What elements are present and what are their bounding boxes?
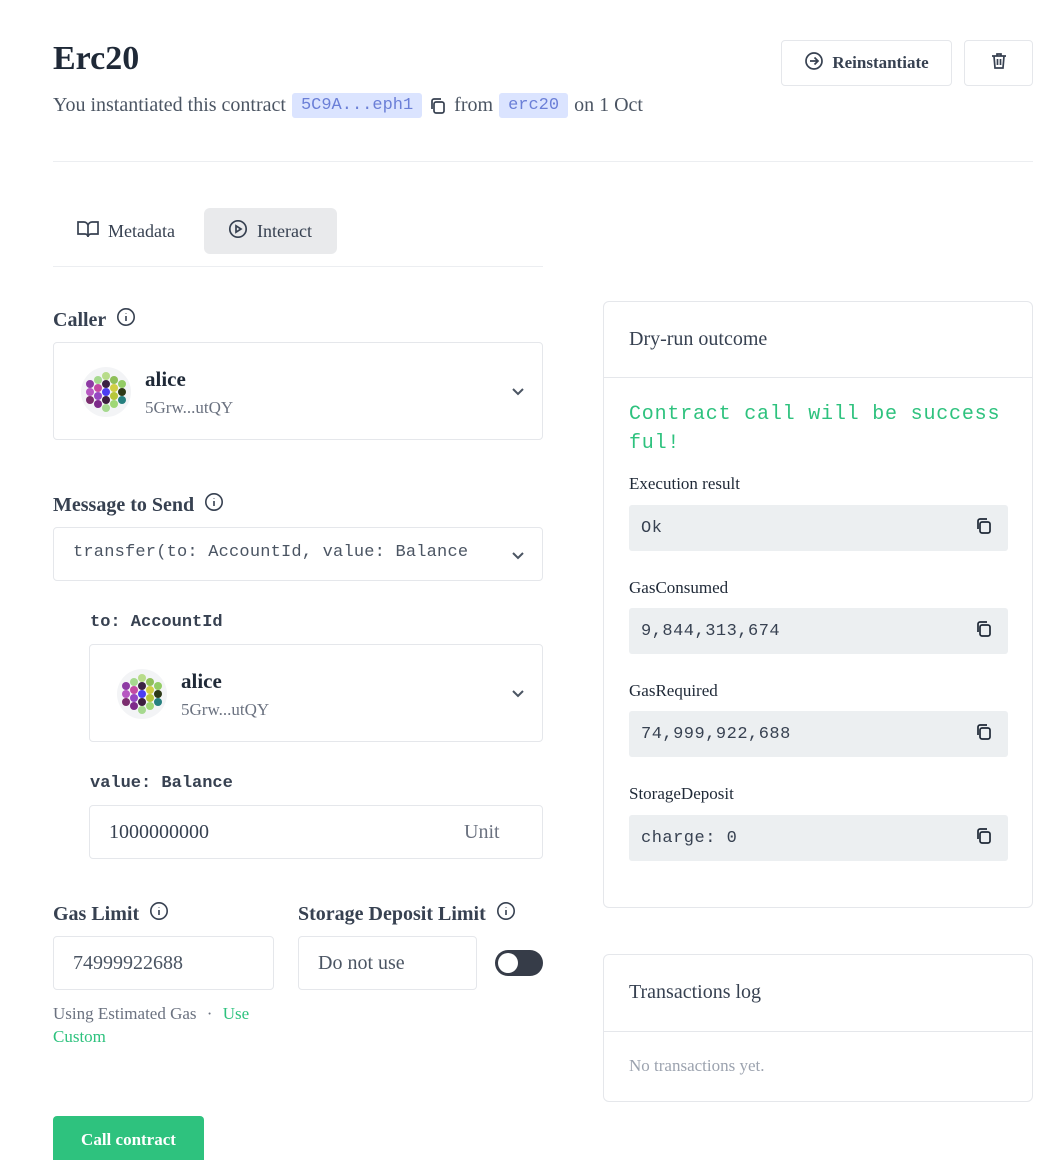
copy-icon[interactable] <box>974 722 994 747</box>
result-label: GasConsumed <box>629 578 729 597</box>
result-box: Ok <box>629 505 1008 551</box>
copy-icon[interactable] <box>428 96 448 116</box>
caller-label-text: Caller <box>53 308 107 331</box>
code-hash-chip[interactable]: erc20 <box>499 93 569 118</box>
arg-value-label: value: Balance <box>90 774 233 793</box>
tab-metadata[interactable]: Metadata <box>53 208 199 254</box>
storage-deposit-label-text: Storage Deposit Limit <box>298 902 486 925</box>
message-selected: transfer(to: AccountId, value: Balance <box>73 543 469 562</box>
header-divider <box>53 161 1033 162</box>
avatar <box>81 367 131 417</box>
transactions-log-panel <box>603 954 1033 1102</box>
chevron-down-icon <box>510 547 526 568</box>
info-icon[interactable] <box>149 901 169 927</box>
copy-icon[interactable] <box>974 826 994 851</box>
storage-deposit-label: Storage Deposit Limit <box>298 901 516 927</box>
dry-run-divider <box>604 377 1032 378</box>
reinstantiate-button[interactable]: Reinstantiate <box>781 40 952 86</box>
result-value: 9,844,313,674 <box>641 621 781 641</box>
result-box: charge: 0 <box>629 815 1008 861</box>
info-icon[interactable] <box>116 307 136 333</box>
transactions-log-title: Transactions log <box>629 981 762 1003</box>
result-value: charge: 0 <box>641 828 738 848</box>
caller-select[interactable]: alice 5Grw...utQY <box>53 342 543 440</box>
arrow-right-circle-icon <box>804 51 824 76</box>
tab-interact[interactable]: Interact <box>204 208 337 254</box>
tabs-divider <box>53 266 543 267</box>
subtitle-date: on 1 Oct <box>574 94 643 116</box>
gas-note-text: Using Estimated Gas <box>53 1004 197 1023</box>
transactions-empty-text: No transactions yet. <box>629 1056 765 1075</box>
arg-to-select[interactable]: alice 5Grw...utQY <box>89 644 543 742</box>
contract-subtitle: You instantiated this contract 5C9A...ep… <box>53 93 643 118</box>
tab-interact-label: Interact <box>257 220 312 241</box>
info-icon[interactable] <box>204 492 224 518</box>
avatar <box>117 669 167 719</box>
message-label-text: Message to Send <box>53 493 195 516</box>
result-label: GasRequired <box>629 681 718 700</box>
play-circle-icon <box>228 219 248 244</box>
call-contract-button[interactable]: Call contract <box>53 1116 204 1160</box>
arg-to-name: alice <box>181 669 222 693</box>
message-label: Message to Send <box>53 492 224 518</box>
page-title: Erc20 <box>53 40 140 77</box>
contract-address-chip[interactable]: 5C9A...eph1 <box>291 93 423 118</box>
arg-to-label: to: AccountId <box>90 613 223 632</box>
chevron-down-icon <box>510 685 526 706</box>
gas-limit-label: Gas Limit <box>53 901 169 927</box>
reinstantiate-label: Reinstantiate <box>832 53 929 72</box>
unit-label: Unit <box>464 821 500 843</box>
dry-run-title: Dry-run outcome <box>629 328 768 350</box>
gas-limit-value: 74999922688 <box>73 952 183 974</box>
info-icon[interactable] <box>496 901 516 927</box>
toggle-knob <box>498 953 518 973</box>
result-box: 74,999,922,688 <box>629 711 1008 757</box>
gas-limit-label-text: Gas Limit <box>53 902 140 925</box>
trash-icon <box>989 51 1009 76</box>
caller-label: Caller <box>53 307 136 333</box>
storage-deposit-value: Do not use <box>318 952 405 974</box>
result-value: Ok <box>641 518 663 538</box>
caller-name: alice <box>145 367 186 391</box>
caller-address: 5Grw...utQY <box>145 398 234 417</box>
subtitle-from: from <box>454 94 494 116</box>
result-value: 74,999,922,688 <box>641 724 791 744</box>
result-label: Execution result <box>629 474 740 493</box>
gas-note: Using Estimated Gas · Use Custom <box>53 1002 293 1048</box>
transactions-log-divider <box>604 1031 1032 1032</box>
copy-icon[interactable] <box>974 516 994 541</box>
gas-note-separator: · <box>206 1004 213 1023</box>
delete-button[interactable] <box>964 40 1033 86</box>
arg-value-text: 1000000000 <box>109 821 209 843</box>
result-label: StorageDeposit <box>629 784 734 803</box>
result-box: 9,844,313,674 <box>629 608 1008 654</box>
tab-metadata-label: Metadata <box>108 220 175 241</box>
book-open-icon <box>77 220 99 243</box>
subtitle-prefix: You instantiated this contract <box>53 94 286 116</box>
copy-icon[interactable] <box>974 619 994 644</box>
dry-run-status: Contract call will be successful! <box>629 403 1001 455</box>
chevron-down-icon <box>510 383 526 404</box>
arg-to-address: 5Grw...utQY <box>181 700 270 719</box>
